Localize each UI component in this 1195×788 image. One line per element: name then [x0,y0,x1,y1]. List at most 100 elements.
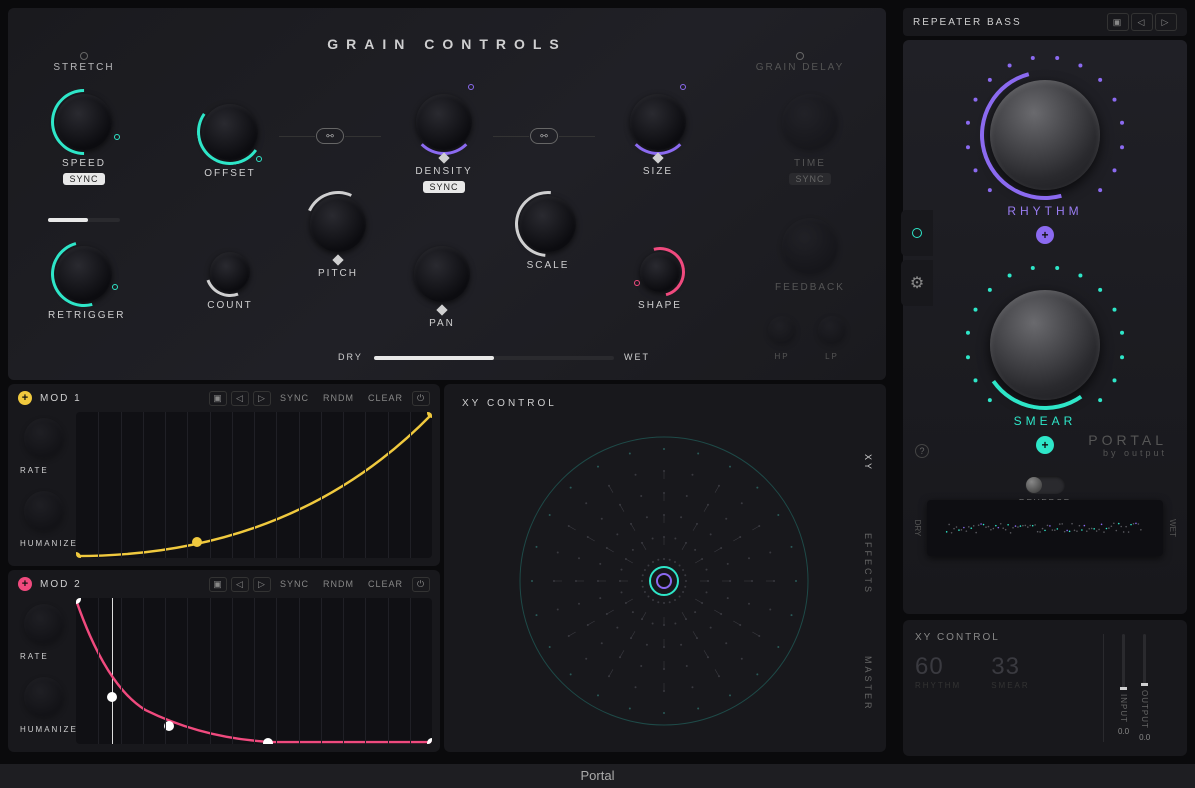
smear-add-button[interactable]: + [1036,436,1054,454]
mod2-humanize-knob[interactable] [24,677,64,717]
mod2-rate-knob[interactable] [24,604,64,644]
pitch-label: PITCH [308,268,368,279]
mod1-clear-button[interactable]: CLEAR [363,391,408,405]
mod2-point[interactable] [263,738,273,744]
right-tab-sliders[interactable]: ⚙ [901,260,933,306]
count-knob[interactable] [210,252,250,292]
time-knob[interactable] [782,94,838,150]
grain-title: GRAIN CONTROLS [8,36,886,52]
retrigger-label: RETRIGGER [48,310,120,321]
feedback-knob[interactable] [782,218,838,274]
scale-knob[interactable] [520,196,576,252]
wave-dry-label: DRY [913,520,922,537]
output-meter-label: OUTPUT [1140,690,1149,729]
scale-label: SCALE [518,260,578,271]
mod1-rate-label: RATE [20,466,68,475]
mod1-prev-icon[interactable]: ◁ [231,391,249,406]
xy-panel: XY CONTROL XY EFFECTS MASTER [444,384,886,752]
density-size-link[interactable]: ⚯ [530,128,558,144]
mod2-sync-button[interactable]: SYNC [275,577,314,591]
hp-label: HP [762,352,802,361]
time-label: TIME [774,158,846,169]
lp-knob[interactable] [818,316,846,344]
output-meter [1143,634,1146,686]
mod2-point[interactable] [107,692,117,702]
mod1-rndm-button[interactable]: RNDM [318,391,359,405]
wave-wet-label: WET [1168,519,1177,537]
xy-arena[interactable] [484,426,844,736]
grain-delay-section: GRAIN DELAY [750,52,850,73]
density-knob[interactable] [416,94,472,150]
mod1-power-icon[interactable]: ⏻ [412,391,430,406]
speed-knob[interactable] [56,94,112,150]
preset-bar: REPEATER BASS ▣ ◁ ▷ [903,8,1187,36]
speed-sync-button[interactable]: SYNC [63,173,104,185]
waveform-display[interactable]: DRY WET [927,500,1163,556]
speed-label: SPEED [48,158,120,169]
reverse-toggle[interactable] [1025,476,1065,494]
xy-tab-effects[interactable]: EFFECTS [863,523,873,605]
offset-density-link[interactable]: ⚯ [316,128,344,144]
footer-label1: RHYTHM [915,681,961,690]
offset-label: OFFSET [194,168,266,179]
xy-tab-xy[interactable]: XY [863,444,873,482]
smear-knob[interactable] [990,290,1100,400]
density-sync-button[interactable]: SYNC [423,181,464,193]
count-label: COUNT [204,300,256,311]
hp-knob[interactable] [768,316,796,344]
mod1-panel: + MOD 1 ▣ ◁ ▷ SYNC RNDM CLEAR ⏻ RATE HUM… [8,384,440,566]
mod1-sync-button[interactable]: SYNC [275,391,314,405]
stretch-label: STRETCH [44,62,124,73]
mod2-prev-icon[interactable]: ◁ [231,577,249,592]
size-knob[interactable] [630,94,686,150]
mod2-save-icon[interactable]: ▣ [209,577,227,592]
retrigger-knob[interactable] [56,246,112,302]
mod2-next-icon[interactable]: ▷ [253,577,271,592]
help-icon[interactable]: ? [915,444,929,458]
mod1-graph[interactable] [76,412,432,558]
mod1-rate-knob[interactable] [24,418,64,458]
grain-delay-power-icon[interactable] [796,52,804,60]
mod2-graph[interactable] [76,598,432,744]
footer-label2: SMEAR [991,681,1029,690]
mod2-humanize-label: HUMANIZE [20,725,68,734]
mod1-point[interactable] [192,537,202,547]
mod1-add-button[interactable]: + [18,391,32,405]
mod2-point[interactable] [427,738,432,744]
xy-tab-master[interactable]: MASTER [863,646,873,722]
mod1-next-icon[interactable]: ▷ [253,391,271,406]
rhythm-knob[interactable] [990,80,1100,190]
input-meter [1122,634,1125,690]
right-tab-circle[interactable] [901,210,933,256]
xy-title: XY CONTROL [462,398,557,409]
sliders-icon: ⚙ [910,273,924,293]
rhythm-add-button[interactable]: + [1036,226,1054,244]
drywet-slider[interactable] [374,356,614,360]
preset-prev-icon[interactable]: ◁ [1131,13,1153,31]
mod2-add-button[interactable]: + [18,577,32,591]
mod1-save-icon[interactable]: ▣ [209,391,227,406]
preset-next-icon[interactable]: ▷ [1155,13,1177,31]
speed-slider[interactable] [48,218,120,222]
mod1-humanize-label: HUMANIZE [20,539,68,548]
preset-save-icon[interactable]: ▣ [1107,13,1129,31]
window-title: Portal [0,764,1195,788]
mod2-power-icon[interactable]: ⏻ [412,577,430,592]
input-meter-val: 0.0 [1118,727,1129,736]
footer-panel: XY CONTROL 60 RHYTHM 33 SMEAR INPUT 0.0 … [903,620,1187,756]
stretch-power-icon[interactable] [80,52,88,60]
pan-knob[interactable] [414,246,470,302]
mod2-clear-button[interactable]: CLEAR [363,577,408,591]
mod2-title: MOD 2 [40,579,82,590]
pitch-knob[interactable] [310,196,366,252]
mod1-humanize-knob[interactable] [24,491,64,531]
grain-delay-label: GRAIN DELAY [750,62,850,73]
mod2-rndm-button[interactable]: RNDM [318,577,359,591]
time-sync-button[interactable]: SYNC [789,173,830,185]
feedback-label: FEEDBACK [774,282,846,293]
brand-logo: PORTAL [1088,432,1167,448]
wet-label: WET [624,352,650,362]
lp-label: LP [812,352,852,361]
shape-knob[interactable] [640,252,680,292]
offset-knob[interactable] [202,104,258,160]
